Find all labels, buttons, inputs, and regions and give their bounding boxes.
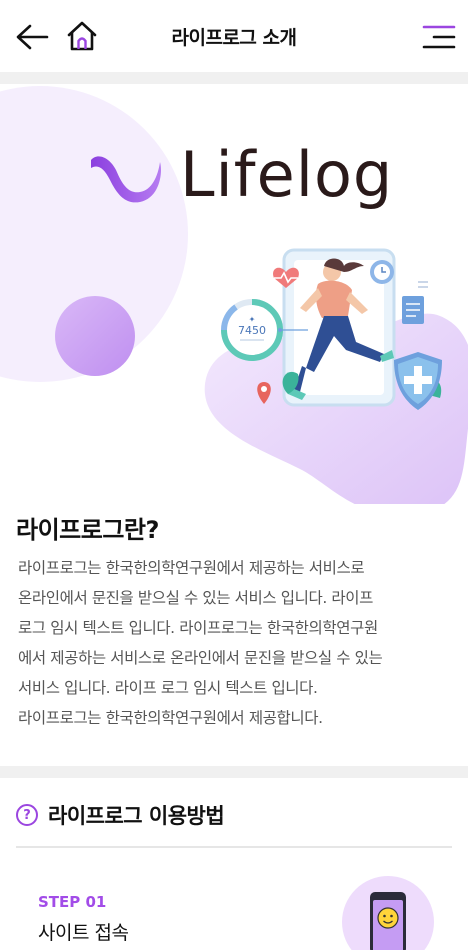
home-icon[interactable] — [66, 20, 98, 52]
smiley-icon — [377, 907, 399, 929]
back-arrow-icon[interactable] — [14, 22, 50, 52]
question-icon: ? — [16, 804, 38, 826]
about-line: 온라인에서 문진을 받으실 수 있는 서비스 입니다. 라이프 — [18, 589, 373, 607]
about-line: 로그 임시 텍스트 입니다. 라이프로그는 한국한의학연구원 — [18, 619, 378, 637]
svg-text:✦: ✦ — [249, 315, 256, 324]
lifelog-logo: Lifelog — [88, 138, 392, 218]
step-title: 사이트 접속 — [38, 922, 129, 944]
about-line: 에서 제공하는 서비스로 온라인에서 문진을 받으실 수 있는 — [18, 649, 383, 667]
location-pin-icon — [257, 382, 271, 404]
steps-count: 7450 — [238, 324, 266, 337]
section-divider — [0, 766, 468, 778]
about-line: 서비스 입니다. 라이프 로그 임시 텍스트 입니다. — [18, 679, 318, 697]
app-header: 라이프로그 소개 — [0, 0, 468, 72]
about-title: 라이프로그란? — [16, 516, 159, 544]
brand-name: Lifelog — [180, 138, 394, 211]
page-title: 라이프로그 소개 — [171, 26, 297, 49]
document-icon — [402, 281, 428, 324]
about-line: 라이프로그는 한국한의학연구원에서 제공합니다. — [18, 709, 323, 727]
usage-divider — [16, 846, 452, 848]
about-description: 라이프로그는 한국한의학연구원에서 제공하는 서비스로 온라인에서 문진을 받으… — [18, 553, 458, 733]
lifelog-mark-icon — [91, 156, 161, 203]
health-illustration: 7450 ✦ — [220, 248, 442, 410]
step-counter-icon: 7450 ✦ — [220, 299, 283, 361]
clock-icon — [370, 260, 394, 284]
about-line: 라이프로그는 한국한의학연구원에서 제공하는 서비스로 — [18, 559, 365, 577]
usage-title: 라이프로그 이용방법 — [48, 804, 225, 828]
shield-plus-icon — [394, 352, 442, 410]
header-divider — [0, 72, 468, 84]
hero-banner: Lifelog 7450 ✦ — [0, 84, 468, 504]
step-phone-illustration — [342, 876, 434, 950]
menu-icon[interactable] — [422, 24, 456, 50]
usage-header: ? 라이프로그 이용방법 — [16, 800, 225, 830]
step-label: STEP 01 — [38, 893, 107, 911]
